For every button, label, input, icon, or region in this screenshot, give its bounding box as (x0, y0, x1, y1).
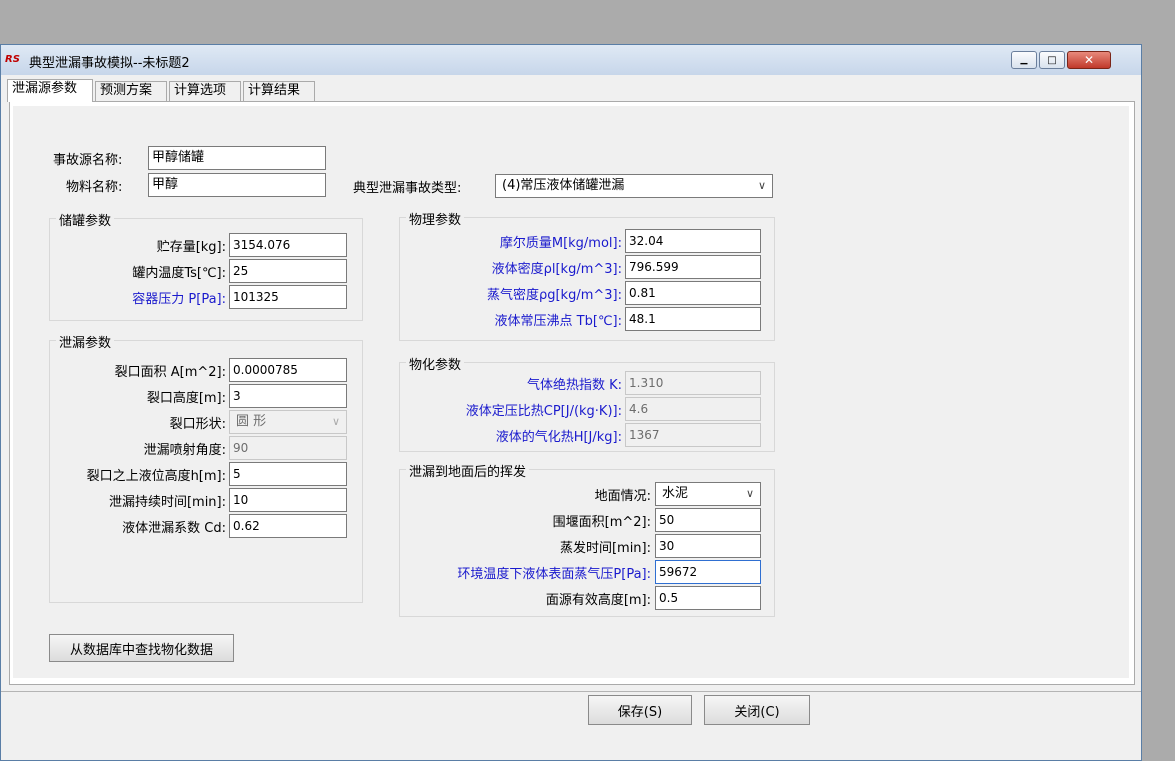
chevron-down-icon: ∨ (745, 487, 754, 500)
crack-shape-label: 裂口形状: (169, 417, 226, 432)
source-name-label: 事故源名称: (53, 153, 123, 168)
accident-type-value: (4)常压液体储罐泄漏 (502, 178, 625, 193)
molar-mass-field[interactable]: 32.04 (625, 229, 761, 253)
tab-leak-source[interactable]: 泄漏源参数 (7, 79, 93, 102)
ground-surface-label: 地面情况: (594, 489, 651, 504)
chevron-down-icon: ∨ (757, 179, 766, 192)
save-button[interactable]: 保存(S) (588, 695, 692, 725)
storage-field[interactable]: 3154.076 (229, 233, 347, 257)
adiabatic-index-field: 1.310 (625, 371, 761, 395)
leak-params-title: 泄漏参数 (56, 332, 115, 351)
storage-label: 贮存量[kg]: (156, 240, 226, 255)
close-window-button[interactable]: ✕ (1067, 51, 1111, 69)
specific-heat-field: 4.6 (625, 397, 761, 421)
physical-params-title: 物理参数 (406, 209, 465, 228)
window-title: 典型泄漏事故模拟--未标题2 (29, 56, 190, 71)
adiabatic-index-label: 气体绝热指数 K: (526, 378, 622, 393)
molar-mass-label: 摩尔质量M[kg/mol]: (499, 236, 622, 251)
minimize-button[interactable]: ▁ (1011, 51, 1037, 69)
leak-duration-label: 泄漏持续时间[min]: (108, 495, 226, 510)
dike-area-field[interactable]: 50 (655, 508, 761, 532)
evaporation-time-label: 蒸发时间[min]: (559, 541, 651, 556)
liquid-density-label: 液体密度ρl[kg/m^3]: (491, 262, 622, 277)
crack-shape-value: 圆 形 (236, 414, 267, 429)
dike-area-label: 围堰面积[m^2]: (552, 515, 651, 530)
tab-panel: 事故源名称: 甲醇储罐 物料名称: 甲醇 典型泄漏事故类型: (4)常压液体储罐… (9, 101, 1135, 685)
chem-params-title: 物化参数 (406, 354, 465, 373)
crack-height-field[interactable]: 3 (229, 384, 347, 408)
specific-heat-label: 液体定压比热CP[J/(kg·K)]: (465, 404, 622, 419)
liquid-height-label: 裂口之上液位高度h[m]: (86, 469, 226, 484)
vessel-pressure-field[interactable]: 101325 (229, 285, 347, 309)
source-name-field[interactable]: 甲醇储罐 (148, 146, 326, 170)
boiling-point-field[interactable]: 48.1 (625, 307, 761, 331)
chevron-down-icon: ∨ (331, 415, 340, 428)
title-bar: RS 典型泄漏事故模拟--未标题2 ▁ □ ✕ (1, 45, 1141, 75)
tab-calc-options[interactable]: 计算选项 (169, 81, 241, 101)
vapor-density-label: 蒸气密度ρg[kg/m^3]: (486, 288, 622, 303)
jet-angle-label: 泄漏喷射角度: (143, 443, 226, 458)
boiling-point-label: 液体常压沸点 Tb[℃]: (494, 314, 622, 329)
jet-angle-field: 90 (229, 436, 347, 460)
accident-type-select[interactable]: (4)常压液体储罐泄漏 ∨ (495, 174, 773, 198)
crack-shape-select[interactable]: 圆 形 ∨ (229, 410, 347, 434)
ground-surface-value: 水泥 (662, 486, 689, 501)
app-window: RS 典型泄漏事故模拟--未标题2 ▁ □ ✕ 泄漏源参数 预测方案 计算选项 … (0, 44, 1142, 761)
chem-params-group: 物化参数 气体绝热指数 K: 1.310 液体定压比热CP[J/(kg·K)]:… (399, 354, 775, 452)
ground-surface-select[interactable]: 水泥 ∨ (655, 482, 761, 506)
vapor-pressure-field[interactable]: 59672 (655, 560, 761, 584)
vaporization-heat-label: 液体的气化热H[J/kg]: (495, 430, 622, 445)
crack-area-label: 裂口面积 A[m^2]: (114, 365, 226, 380)
ground-evaporation-title: 泄漏到地面后的挥发 (406, 461, 530, 480)
footer-divider (1, 691, 1141, 692)
liquid-density-field[interactable]: 796.599 (625, 255, 761, 279)
source-height-field[interactable]: 0.5 (655, 586, 761, 610)
physical-params-group: 物理参数 摩尔质量M[kg/mol]: 32.04 液体密度ρl[kg/m^3]… (399, 209, 775, 341)
vapor-pressure-label: 环境温度下液体表面蒸气压P[Pa]: (457, 567, 651, 582)
leak-coefficient-field[interactable]: 0.62 (229, 514, 347, 538)
close-icon: ✕ (1083, 53, 1095, 67)
tab-calc-results[interactable]: 计算结果 (243, 81, 315, 101)
desktop: { "window": { "app_icon": "RS", "title":… (0, 0, 1175, 761)
liquid-height-field[interactable]: 5 (229, 462, 347, 486)
minimize-icon: ▁ (1020, 55, 1028, 65)
lookup-database-button[interactable]: 从数据库中查找物化数据 (49, 634, 234, 662)
crack-height-label: 裂口高度[m]: (146, 391, 226, 406)
accident-type-label: 典型泄漏事故类型: (353, 181, 462, 196)
tank-params-group: 储罐参数 贮存量[kg]: 3154.076 罐内温度Ts[℃]: 25 容器压… (49, 210, 363, 321)
leak-params-group: 泄漏参数 裂口面积 A[m^2]: 0.0000785 裂口高度[m]: 3 裂… (49, 332, 363, 603)
evaporation-time-field[interactable]: 30 (655, 534, 761, 558)
vaporization-heat-field: 1367 (625, 423, 761, 447)
maximize-icon: □ (1047, 54, 1057, 66)
source-height-label: 面源有效高度[m]: (545, 593, 651, 608)
leak-coefficient-label: 液体泄漏系数 Cd: (122, 521, 226, 536)
vapor-density-field[interactable]: 0.81 (625, 281, 761, 305)
close-button[interactable]: 关闭(C) (704, 695, 810, 725)
tank-temp-field[interactable]: 25 (229, 259, 347, 283)
tank-params-title: 储罐参数 (56, 210, 115, 229)
material-name-label: 物料名称: (66, 180, 123, 195)
maximize-button[interactable]: □ (1039, 51, 1065, 69)
vessel-pressure-label: 容器压力 P[Pa]: (132, 292, 226, 307)
tank-temp-label: 罐内温度Ts[℃]: (132, 266, 226, 281)
material-name-field[interactable]: 甲醇 (148, 173, 326, 197)
crack-area-field[interactable]: 0.0000785 (229, 358, 347, 382)
tab-prediction-plan[interactable]: 预测方案 (95, 81, 167, 101)
app-icon: RS (5, 54, 20, 65)
form-area: 事故源名称: 甲醇储罐 物料名称: 甲醇 典型泄漏事故类型: (4)常压液体储罐… (13, 106, 1129, 678)
ground-evaporation-group: 泄漏到地面后的挥发 地面情况: 水泥 ∨ 围堰面积[m^2]: 50 蒸发时间[… (399, 461, 775, 617)
leak-duration-field[interactable]: 10 (229, 488, 347, 512)
